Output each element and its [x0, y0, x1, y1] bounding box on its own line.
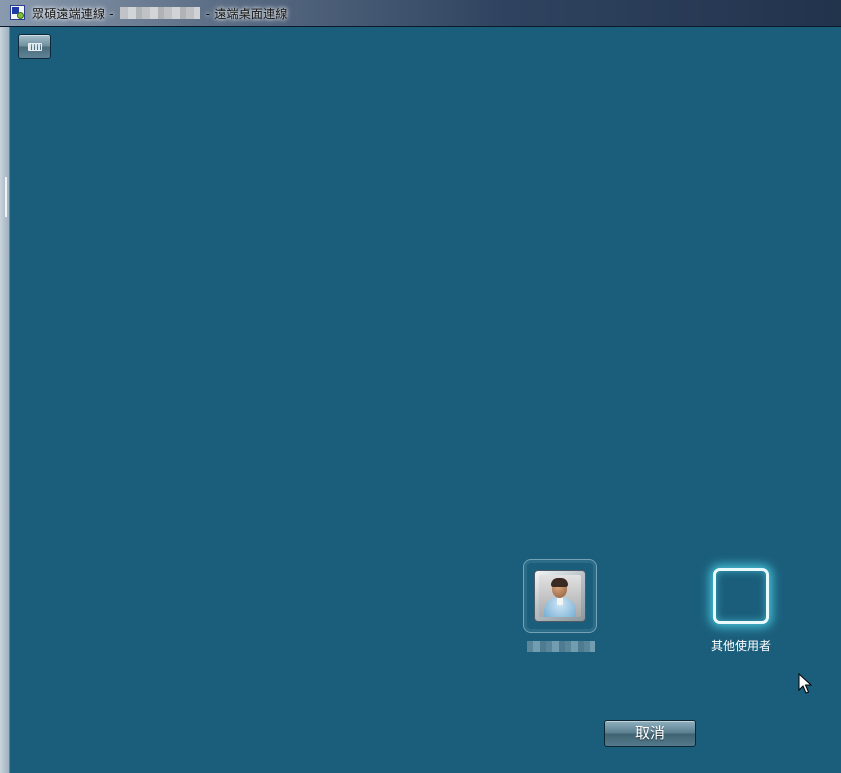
mouse-cursor-icon: [798, 673, 812, 694]
edge-highlight: [5, 177, 7, 217]
avatar-collar: [557, 597, 563, 605]
other-user-label: 其他使用者: [710, 639, 771, 653]
user-tile[interactable]: [523, 559, 597, 633]
on-screen-keyboard-button[interactable]: [18, 34, 51, 59]
window-left-edge: [0, 27, 10, 773]
title-bar[interactable]: 眾碩遠端連線 - - 遠端桌面連線: [0, 0, 841, 27]
user-avatar-icon: [539, 575, 581, 617]
window-title: 眾碩遠端連線 - - 遠端桌面連線: [32, 5, 288, 22]
avatar-hair: [551, 578, 568, 587]
other-user-picture-frame: [713, 568, 769, 624]
other-user-tile[interactable]: [704, 559, 778, 633]
redacted-host-name: [119, 7, 200, 19]
remote-desktop-app-icon: [10, 5, 25, 20]
user-picture-frame: [534, 570, 586, 622]
keyboard-icon: [28, 43, 42, 51]
cancel-button[interactable]: 取消: [604, 720, 696, 747]
window-title-suffix: - 遠端桌面連線: [205, 7, 288, 21]
redacted-user-name: [527, 641, 595, 652]
window-title-prefix: 眾碩遠端連線 -: [32, 7, 114, 21]
